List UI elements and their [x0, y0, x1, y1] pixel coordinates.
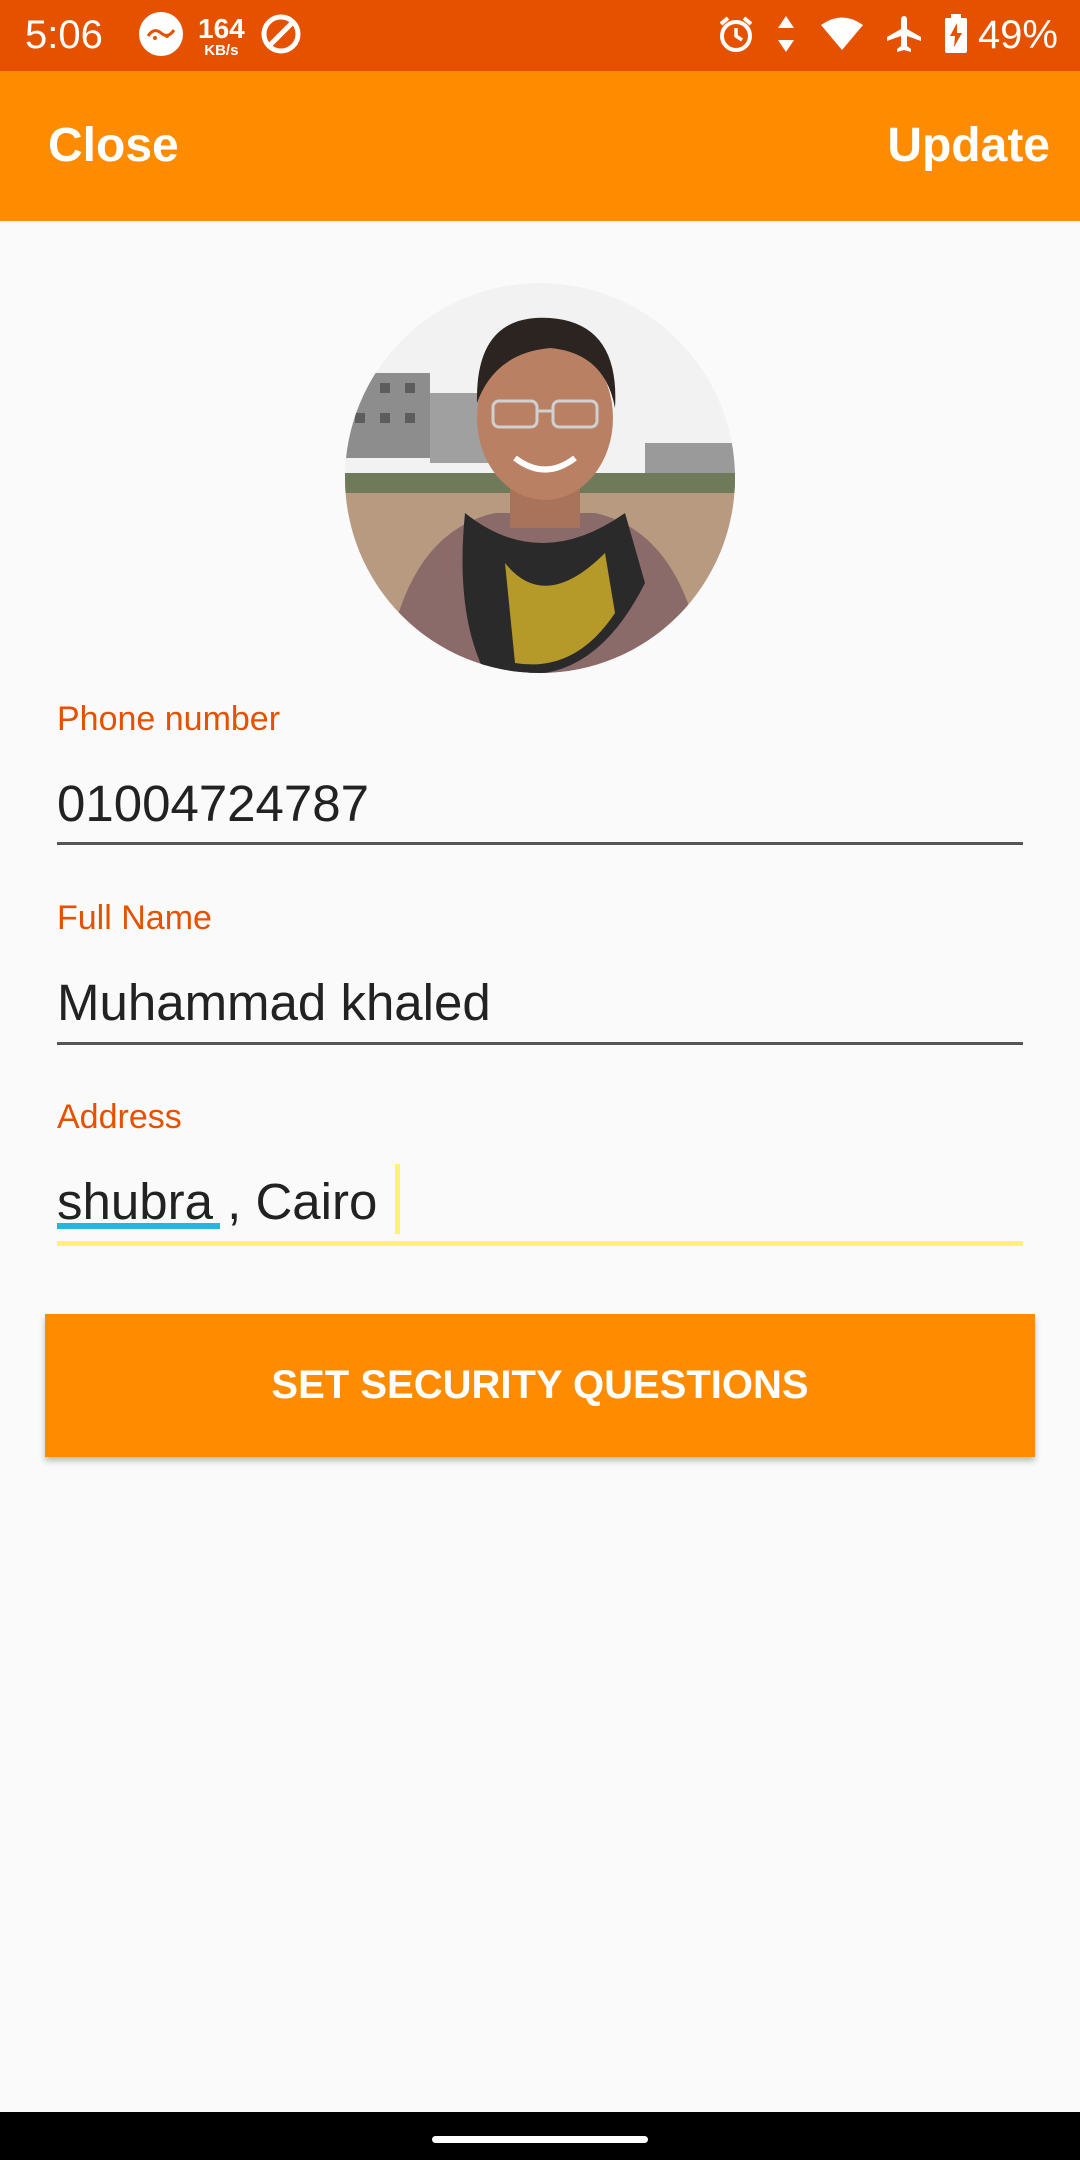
- profile-photo: [345, 283, 735, 673]
- battery-charging-icon: [924, 13, 968, 58]
- text-cursor: [395, 1164, 400, 1234]
- profile-avatar[interactable]: [345, 283, 735, 673]
- phone-label: Phone number: [57, 700, 281, 738]
- spellcheck-underline: [57, 1223, 220, 1229]
- network-speed-indicator: 164 KB/s: [198, 12, 245, 59]
- address-underline: [57, 1241, 1023, 1246]
- close-button[interactable]: Close: [48, 71, 179, 221]
- wifi-icon: [800, 16, 864, 56]
- status-left-icons: 164 KB/s: [138, 12, 303, 60]
- phone-underline: [57, 842, 1023, 845]
- home-gesture-handle[interactable]: [432, 2136, 648, 2143]
- full-name-label: Full Name: [57, 899, 212, 937]
- netspeed-value: 164: [198, 12, 245, 44]
- update-button[interactable]: Update: [887, 71, 1050, 221]
- full-name-input[interactable]: Muhammad khaled: [57, 963, 1023, 1043]
- battery-percent: 49%: [977, 13, 1058, 57]
- phone-input[interactable]: 01004724787: [57, 764, 1023, 844]
- status-bar: 5:06 164 KB/s 49%: [0, 0, 1080, 71]
- airplane-mode-icon: [864, 14, 924, 58]
- app-notification-icon: [138, 11, 184, 61]
- netspeed-unit: KB/s: [204, 41, 239, 59]
- status-right-icons: 49%: [696, 0, 1058, 71]
- address-label: Address: [57, 1098, 182, 1136]
- data-transfer-icon: [756, 14, 796, 58]
- data-saver-icon: [259, 12, 303, 60]
- toolbar: Close Update: [0, 71, 1080, 221]
- alarm-icon: [696, 14, 756, 58]
- status-time: 5:06: [25, 13, 103, 57]
- address-input[interactable]: shubra , Cairo: [57, 1162, 1023, 1242]
- set-security-questions-button[interactable]: SET SECURITY QUESTIONS: [45, 1314, 1035, 1457]
- full-name-underline: [57, 1042, 1023, 1045]
